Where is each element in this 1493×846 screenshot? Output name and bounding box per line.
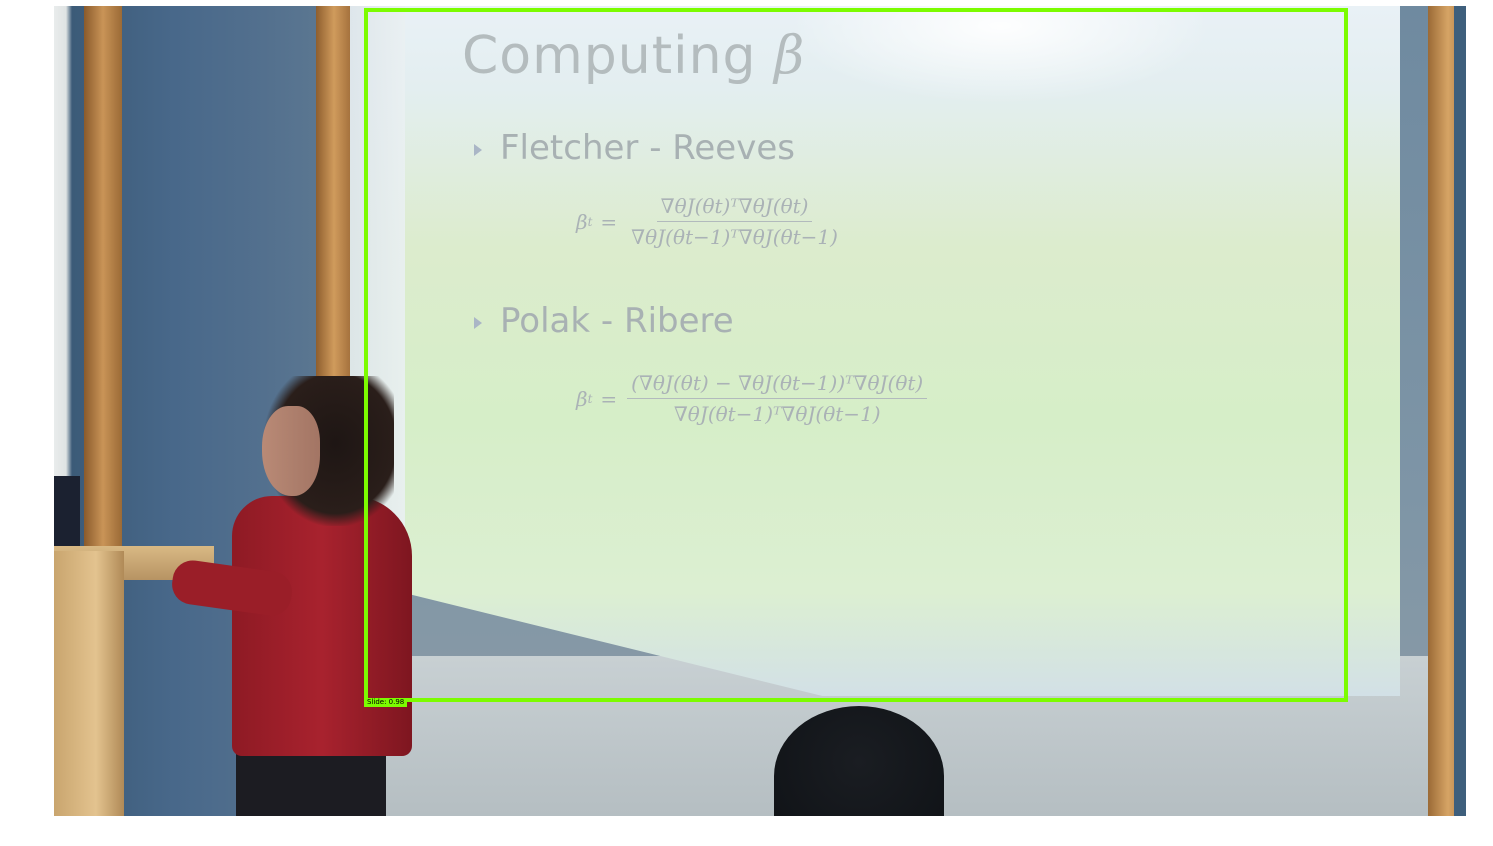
presenter-legs (236, 746, 386, 816)
slide-detection-box (364, 8, 1348, 702)
presenter-face (262, 406, 320, 496)
right-wall (1454, 6, 1466, 816)
slide-detection-label: Slide: 0.98 (364, 698, 408, 707)
podium (54, 551, 124, 816)
